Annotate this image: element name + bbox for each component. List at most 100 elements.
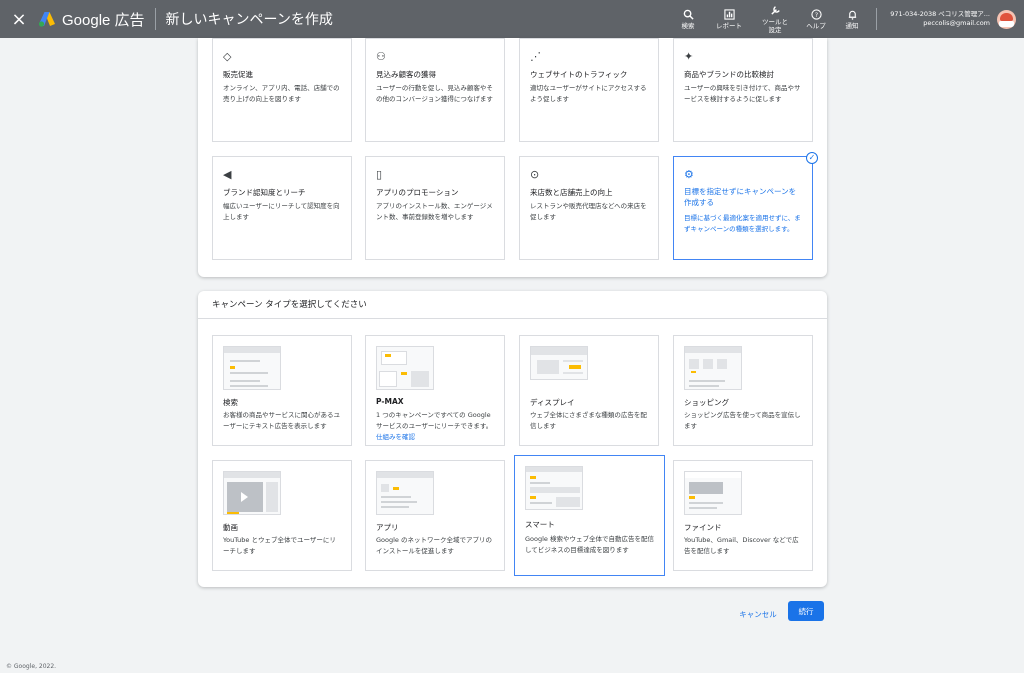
campaign-type-title: 検索 (223, 398, 238, 407)
display-thumbnail (530, 346, 588, 380)
help-icon: ? (810, 8, 822, 21)
notifications-label: 通知 (845, 21, 859, 30)
section-title: キャンペーン タイプを選択してください (212, 300, 367, 310)
campaign-card-pmax[interactable]: P-MAX 1 つのキャンペーンですべての Google サービスのユーザーにリ… (365, 335, 505, 446)
goal-description: ユーザーの興味を引き付けて、商品やサービスを検討するように促します (684, 84, 801, 103)
campaign-card-discovery[interactable]: ファインド YouTube、Gmail、Discover などで広告を配信します (673, 460, 813, 571)
goal-description: オンライン、アプリ内、電話、店舗での売り上げの向上を図ります (223, 84, 340, 103)
logo-text: Google 広告 (62, 11, 145, 29)
goal-description: 目標に基づく最適化案を適用せずに、まずキャンペーンの種類を選択します。 (684, 214, 801, 233)
megaphone-icon: ◀ (223, 168, 232, 181)
goal-card-consideration[interactable]: ✦ 商品やブランドの比較検討 ユーザーの興味を引き付けて、商品やサービスを検討す… (673, 38, 813, 142)
account-id: 971-034-2038 ペコリス管理ア... (890, 10, 990, 18)
search-label: 検索 (681, 21, 695, 30)
campaign-card-search[interactable]: 検索 お客様の商品やサービスに関心があるユーザーにテキスト広告を表示します (212, 335, 352, 446)
pmax-thumbnail (376, 346, 434, 390)
gear-icon: ⚙ (684, 168, 694, 181)
shopping-thumbnail (684, 346, 742, 390)
goal-title: アプリのプロモーション (376, 188, 459, 197)
page-title: 新しいキャンペーンを作成 (165, 12, 333, 28)
goal-card-app-promotion[interactable]: ▯ アプリのプロモーション アプリのインストール数、エンゲージメント数、事前登録… (365, 156, 505, 260)
goal-title: ブランド認知度とリーチ (223, 188, 306, 197)
goal-card-awareness[interactable]: ◀ ブランド認知度とリーチ 幅広いユーザーにリーチして認知度を向上します (212, 156, 352, 260)
goal-card-no-goal[interactable]: ⚙ 目標を指定せずにキャンペーンを作成する 目標に基づく最適化案を適用せずに、ま… (673, 156, 813, 260)
cancel-button[interactable]: キャンセル (730, 605, 786, 623)
goal-title: 見込み顧客の獲得 (376, 70, 436, 79)
goal-title: 来店数と店舗売上の向上 (530, 188, 613, 197)
header-divider (154, 8, 156, 30)
campaign-type-title: ディスプレイ (530, 398, 575, 407)
people-icon: ⚇ (376, 50, 386, 63)
goal-title: 目標を指定せずにキャンペーンを作成する (684, 187, 797, 207)
campaign-type-title: ショッピング (684, 398, 729, 407)
campaign-type-description: YouTube、Gmail、Discover などで広告を配信します (684, 536, 799, 555)
goal-card-traffic[interactable]: ⋰ ウェブサイトのトラフィック 適切なユーザーがサイトにアクセスするよう促します (519, 38, 659, 142)
top-app-bar: × Google 広告 新しいキャンペーンを作成 (0, 0, 1024, 38)
svg-text:?: ? (814, 10, 817, 18)
copyright-footer: © Google, 2022. (6, 663, 57, 670)
smart-thumbnail (525, 466, 583, 510)
google-ads-logo-icon (38, 12, 55, 27)
tools-label: ツールと 設定 (762, 17, 788, 34)
campaign-type-title: P-MAX (376, 397, 404, 406)
campaign-type-description: 1 つのキャンペーンですべての Google サービスのユーザーにリーチできます… (376, 410, 494, 443)
campaign-type-title: ファインド (684, 523, 722, 532)
cursor-click-icon: ⋰ (530, 50, 541, 63)
google-ads-logo[interactable]: Google 広告 (38, 9, 145, 30)
tag-icon: ◇ (223, 50, 232, 63)
campaign-type-description: ウェブ全体にさまざまな種類の広告を配信します (530, 411, 647, 430)
selected-check-icon: ✓ (806, 152, 818, 164)
campaign-type-title: 動画 (223, 523, 238, 532)
location-pin-icon: ⊙ (530, 168, 540, 181)
campaign-type-title: スマート (525, 520, 555, 529)
campaign-type-description: Google のネットワーク全域でアプリのインストールを促進します (376, 536, 492, 555)
account-email: peccolis@gmail.com (923, 19, 990, 27)
tools-icon (770, 5, 781, 17)
campaign-type-title: アプリ (376, 523, 399, 532)
campaign-card-app[interactable]: アプリ Google のネットワーク全域でアプリのインストールを促進します (365, 460, 505, 571)
discovery-thumbnail (684, 471, 742, 515)
campaign-type-description: Google 検索やウェブ全体で自動広告を配信してビジネスの目標達成を図ります (525, 535, 654, 554)
reports-button[interactable]: レポート (706, 0, 752, 38)
search-icon (683, 9, 694, 21)
close-icon[interactable]: × (0, 0, 38, 38)
phone-icon: ▯ (376, 168, 383, 181)
section-divider (198, 318, 827, 319)
pmax-description-text: 1 つのキャンペーンですべての Google サービスのユーザーにリーチできます… (376, 411, 493, 430)
campaign-card-video[interactable]: 動画 YouTube とウェブ全体でユーザーにリーチします (212, 460, 352, 571)
goal-title: 商品やブランドの比較検討 (684, 70, 774, 79)
search-button[interactable]: 検索 (670, 0, 706, 38)
goal-card-leads[interactable]: ⚇ 見込み顧客の獲得 ユーザーの行動を促し、見込み顧客やその他のコンバージョン獲… (365, 38, 505, 142)
goal-description: ユーザーの行動を促し、見込み顧客やその他のコンバージョン獲得につなげます (376, 84, 493, 103)
campaign-card-smart[interactable]: スマート Google 検索やウェブ全体で自動広告を配信してビジネスの目標達成を… (514, 455, 665, 576)
search-thumbnail (223, 346, 281, 390)
goal-card-sales[interactable]: ◇ 販売促進 オンライン、アプリ内、電話、店舗での売り上げの向上を図ります (212, 38, 352, 142)
goal-description: レストランや販売代理店などへの来店を促します (530, 202, 647, 221)
account-switcher[interactable]: 971-034-2038 ペコリス管理ア... peccolis@gmail.c… (880, 10, 990, 28)
campaign-card-shopping[interactable]: ショッピング ショッピング広告を使って商品を宣伝します (673, 335, 813, 446)
goal-description: 適切なユーザーがサイトにアクセスするよう促します (530, 84, 647, 103)
bell-icon (847, 9, 858, 21)
continue-button[interactable]: 続行 (788, 601, 824, 621)
learn-how-it-works-link[interactable]: 仕組みを確認 (376, 433, 415, 441)
campaign-type-description: お客様の商品やサービスに関心があるユーザーにテキスト広告を表示します (223, 411, 340, 430)
campaign-type-description: ショッピング広告を使って商品を宣伝します (684, 411, 801, 430)
notifications-button[interactable]: 通知 (834, 0, 870, 38)
account-divider (876, 8, 877, 30)
help-label: ヘルプ (806, 21, 826, 30)
goal-description: 幅広いユーザーにリーチして認知度を向上します (223, 202, 340, 221)
goal-title: ウェブサイトのトラフィック (530, 70, 628, 79)
tools-settings-button[interactable]: ツールと 設定 (752, 0, 798, 38)
sparkle-icon: ✦ (684, 50, 694, 63)
report-icon (723, 8, 735, 21)
campaign-type-description: YouTube とウェブ全体でユーザーにリーチします (223, 536, 336, 555)
goal-title: 販売促進 (223, 70, 253, 79)
help-button[interactable]: ? ヘルプ (798, 0, 834, 38)
goal-description: アプリのインストール数、エンゲージメント数、事前登録数を増やします (376, 202, 493, 221)
goal-card-local-store[interactable]: ⊙ 来店数と店舗売上の向上 レストランや販売代理店などへの来店を促します (519, 156, 659, 260)
campaign-card-display[interactable]: ディスプレイ ウェブ全体にさまざまな種類の広告を配信します (519, 335, 659, 446)
video-thumbnail (223, 471, 281, 515)
avatar[interactable] (997, 10, 1016, 29)
reports-label: レポート (716, 21, 742, 30)
app-thumbnail (376, 471, 434, 515)
